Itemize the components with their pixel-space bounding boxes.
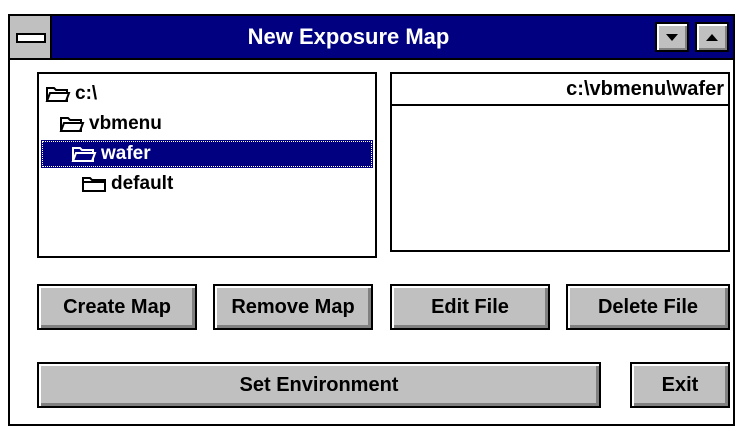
- dir-item-default[interactable]: default: [81, 170, 341, 198]
- closed-folder-icon: [82, 177, 106, 192]
- minimize-button[interactable]: [655, 22, 689, 52]
- title-bar[interactable]: New Exposure Map: [10, 16, 733, 60]
- exit-button[interactable]: Exit: [630, 362, 730, 408]
- set-environment-button[interactable]: Set Environment: [37, 362, 601, 408]
- remove-map-button[interactable]: Remove Map: [213, 284, 373, 330]
- dir-item-label: default: [111, 173, 174, 194]
- maximize-icon: [706, 34, 718, 41]
- delete-file-button[interactable]: Delete File: [566, 284, 730, 330]
- dir-item-label: c:\: [75, 83, 98, 104]
- open-folder-icon: [59, 117, 85, 132]
- open-folder-icon: [71, 147, 97, 162]
- file-list[interactable]: c:\vbmenu\wafer: [390, 72, 730, 252]
- dir-item-label: wafer: [101, 143, 151, 164]
- dir-item-root[interactable]: c:\: [45, 80, 345, 108]
- directory-list[interactable]: c:\ vbmenu wafer default: [37, 72, 377, 258]
- open-folder-icon: [45, 87, 71, 102]
- create-map-button[interactable]: Create Map: [37, 284, 197, 330]
- maximize-button[interactable]: [695, 22, 729, 52]
- edit-file-button[interactable]: Edit File: [390, 284, 550, 330]
- dir-item-vbmenu[interactable]: vbmenu: [59, 110, 339, 138]
- dir-item-label: vbmenu: [89, 113, 162, 134]
- dir-item-wafer[interactable]: wafer: [41, 140, 373, 168]
- file-list-path: c:\vbmenu\wafer: [392, 74, 728, 106]
- window-title: New Exposure Map: [247, 24, 450, 49]
- system-menu-button[interactable]: [10, 16, 52, 58]
- exposure-map-window: New Exposure Map c:\ vbmenu wafer defaul…: [8, 14, 735, 426]
- system-menu-icon: [16, 33, 46, 43]
- minimize-icon: [666, 34, 678, 41]
